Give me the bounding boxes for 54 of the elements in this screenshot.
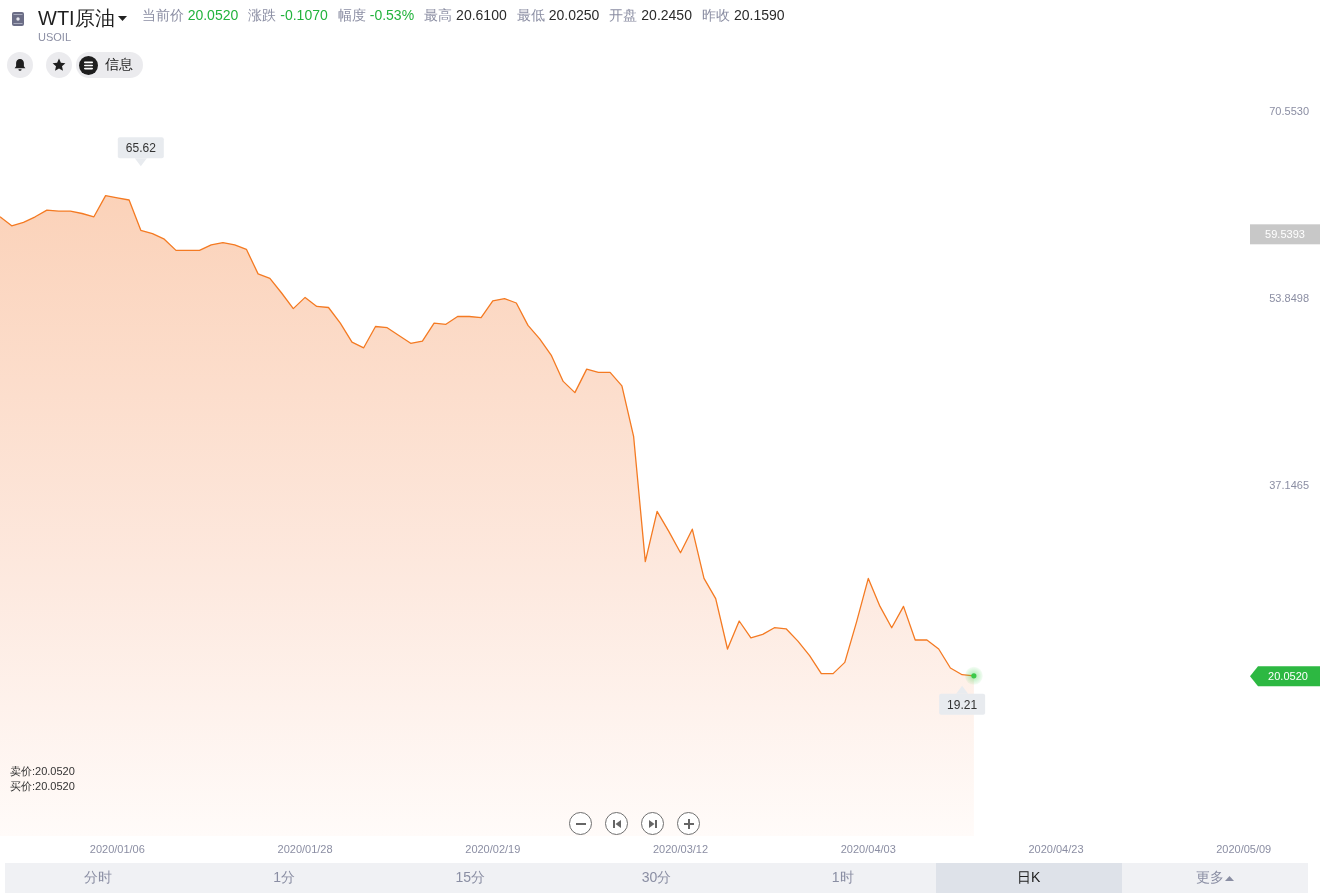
y-axis-label: 37.1465 — [1269, 479, 1309, 491]
current-point-marker — [964, 666, 983, 685]
skip-back-icon — [612, 819, 621, 828]
x-axis-label: 2020/03/12 — [653, 843, 709, 855]
x-axis-label: 2020/05/09 — [1216, 843, 1272, 855]
period-tab[interactable]: 15分 — [377, 863, 564, 893]
x-axis-label: 2020/01/06 — [89, 843, 145, 855]
period-tab[interactable]: 分时 — [5, 863, 192, 893]
caret-up-icon — [1224, 875, 1234, 881]
stat-value: 20.0250 — [548, 6, 600, 24]
period-tab[interactable]: 1时 — [749, 863, 936, 893]
instrument-title[interactable]: WTI原油 — [38, 6, 115, 30]
stat-label: 最高 — [424, 6, 453, 24]
stat-value: -0.53% — [369, 6, 415, 24]
stat-value: 20.2450 — [641, 6, 692, 24]
info-button[interactable]: 信息 — [76, 52, 143, 78]
stat-label: 当前价 — [141, 6, 184, 24]
stat-value: 20.1590 — [733, 6, 785, 24]
period-tab[interactable]: 日K — [935, 863, 1122, 893]
stat-label: 最低 — [516, 6, 545, 24]
x-axis-label: 2020/01/28 — [277, 843, 333, 855]
star-icon — [52, 58, 66, 72]
minus-icon — [575, 822, 586, 825]
annotation: 65.62 — [125, 141, 157, 156]
y-axis-label: 53.8498 — [1269, 292, 1309, 304]
current-price-tag: 20.0520 — [1250, 666, 1320, 687]
x-axis-label: 2020/04/23 — [1028, 843, 1084, 855]
stat-label: 昨收 — [701, 6, 730, 24]
symbol-code: USOIL — [38, 30, 71, 44]
stat-label: 幅度 — [337, 6, 366, 24]
skip-forward-icon — [648, 819, 657, 828]
stat-value: 20.6100 — [456, 6, 507, 24]
x-axis-label: 2020/02/19 — [465, 843, 521, 855]
alert-button[interactable] — [7, 52, 33, 78]
price-callout: 65.62 — [117, 137, 164, 167]
price-callout: 19.21 — [939, 685, 986, 715]
y-axis-label: 70.5530 — [1269, 105, 1309, 117]
period-tab[interactable]: 30分 — [563, 863, 750, 893]
bell-icon — [13, 58, 27, 72]
barrel-icon — [12, 12, 24, 26]
stat-label: 开盘 — [609, 6, 638, 24]
plus-icon — [683, 818, 694, 829]
favorite-button[interactable] — [46, 52, 72, 78]
period-tab[interactable]: 更多 — [1121, 863, 1308, 893]
caret-down-icon[interactable] — [117, 15, 127, 21]
stat-value: 20.0520 — [187, 6, 239, 24]
quote-price-text: 卖价:20.0520 — [10, 764, 75, 779]
list-icon — [79, 55, 98, 75]
annotation: 19.21 — [947, 697, 978, 712]
stat-value: -0.1070 — [280, 6, 328, 24]
period-tab[interactable]: 1分 — [191, 863, 378, 893]
x-axis-label: 2020/04/03 — [840, 843, 896, 855]
quote-price-text: 买价:20.0520 — [10, 779, 75, 794]
stat-label: 涨跌 — [248, 6, 277, 24]
